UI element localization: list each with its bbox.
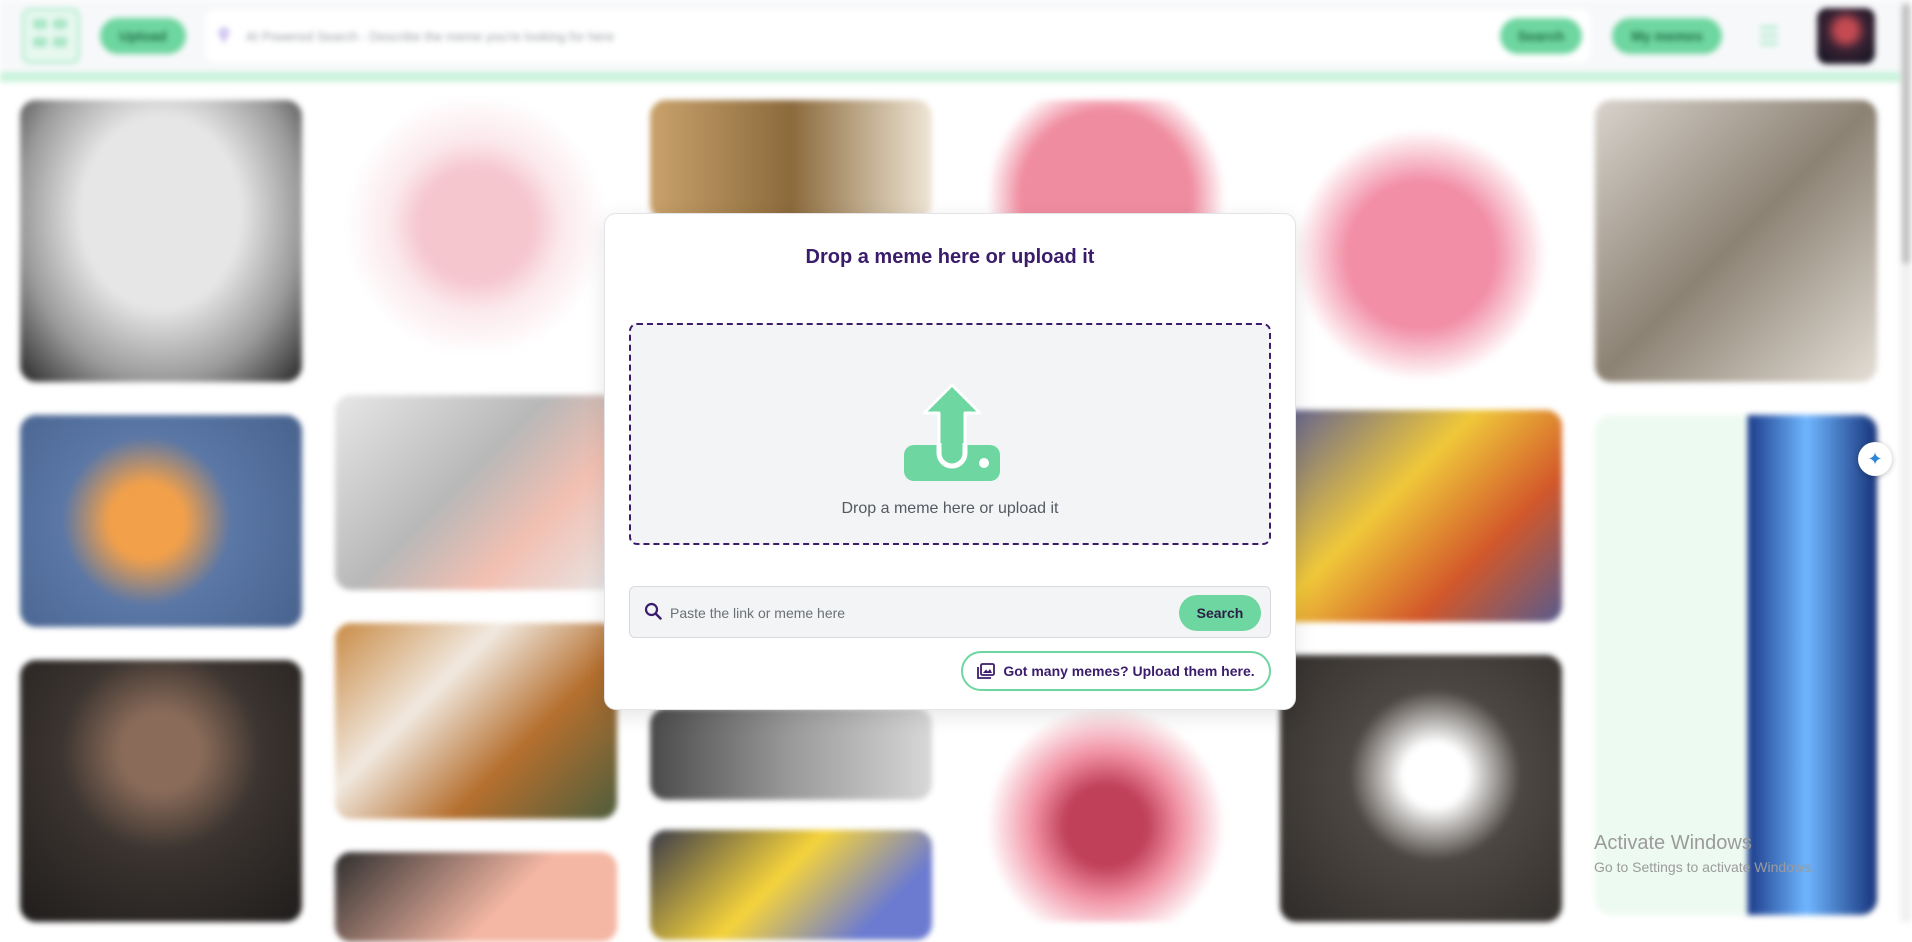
bulk-upload-label: Got many memes? Upload them here. bbox=[1003, 663, 1255, 679]
meme-tile[interactable] bbox=[335, 852, 617, 942]
app-logo[interactable] bbox=[22, 8, 80, 64]
activation-watermark: Activate Windows Go to Settings to activ… bbox=[1594, 832, 1815, 875]
header-search-button[interactable]: Search bbox=[1500, 18, 1582, 54]
avatar[interactable] bbox=[1817, 8, 1875, 64]
search-button[interactable]: Search bbox=[1179, 595, 1261, 631]
meme-tile[interactable] bbox=[1595, 100, 1877, 382]
header-accent-line bbox=[0, 72, 1900, 82]
dropzone-text: Drop a meme here or upload it bbox=[841, 500, 1059, 517]
ai-search-placeholder: AI Powered Search - Describe the meme yo… bbox=[246, 28, 615, 44]
meme-tile[interactable] bbox=[650, 830, 932, 940]
bulk-upload-button[interactable]: Got many memes? Upload them here. bbox=[961, 651, 1271, 691]
dropzone[interactable]: Drop a meme here or upload it bbox=[629, 323, 1271, 545]
my-memes-button[interactable]: My memes bbox=[1612, 18, 1722, 54]
meme-tile[interactable] bbox=[20, 415, 302, 627]
water-drop-sparkle-icon[interactable]: ✦ bbox=[1858, 442, 1892, 476]
upload-button[interactable]: Upload bbox=[100, 18, 186, 54]
link-input[interactable] bbox=[668, 595, 1142, 631]
modal-title: Drop a meme here or upload it bbox=[805, 246, 1095, 268]
watermark-line-1: Activate Windows bbox=[1594, 832, 1752, 854]
upload-arrow-icon bbox=[904, 383, 1000, 481]
meme-tile[interactable] bbox=[20, 100, 302, 382]
images-icon bbox=[977, 663, 996, 679]
search-icon: ⚲ bbox=[218, 27, 230, 44]
meme-tile[interactable] bbox=[650, 100, 932, 220]
scrollbar[interactable] bbox=[1900, 0, 1912, 922]
meme-tile[interactable] bbox=[1280, 655, 1562, 922]
meme-tile[interactable] bbox=[335, 395, 617, 590]
meme-tile[interactable] bbox=[335, 623, 617, 819]
meme-tile[interactable] bbox=[965, 100, 1247, 220]
meme-tile[interactable] bbox=[1280, 410, 1562, 622]
upload-modal: Drop a meme here or upload it Drop a mem… bbox=[604, 213, 1296, 710]
watermark-line-2: Go to Settings to activate Windows. bbox=[1594, 859, 1815, 875]
meme-tile[interactable] bbox=[335, 100, 617, 350]
meme-tile[interactable] bbox=[1280, 100, 1562, 382]
search-icon bbox=[644, 602, 662, 620]
meme-tile[interactable] bbox=[965, 708, 1247, 922]
ai-search-bar[interactable]: ⚲ AI Powered Search - Describe the meme … bbox=[206, 10, 1590, 62]
meme-tile[interactable] bbox=[650, 708, 932, 800]
menu-icon[interactable] bbox=[1760, 26, 1778, 48]
scrollbar-thumb[interactable] bbox=[1902, 4, 1910, 264]
top-navbar: Upload ⚲ AI Powered Search - Describe th… bbox=[0, 0, 1900, 74]
meme-tile[interactable] bbox=[20, 660, 302, 922]
link-search-field: Search bbox=[629, 586, 1271, 638]
